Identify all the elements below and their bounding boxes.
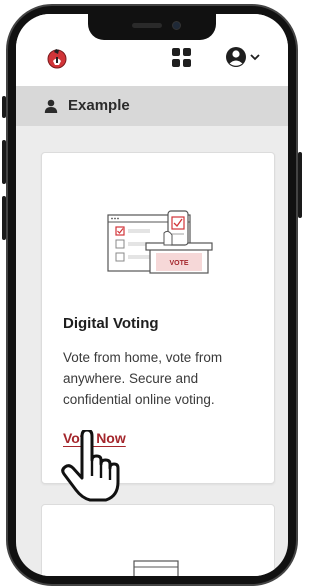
online-voting-illustration: VOTE <box>106 205 216 277</box>
front-camera <box>172 21 181 30</box>
app-logo-icon[interactable] <box>46 46 68 70</box>
card-description: Vote from home, vote from anywhere. Secu… <box>63 350 223 407</box>
phone-screen: Example VOTE Digital Voting Vote from ho… <box>16 14 288 576</box>
account-menu-button[interactable] <box>226 46 266 68</box>
second-card <box>41 504 275 576</box>
phone-notch <box>88 14 216 40</box>
phone-side-button <box>298 152 302 218</box>
account-circle-icon <box>226 47 246 67</box>
context-bar: Example <box>16 86 288 126</box>
context-title: Example <box>68 97 130 114</box>
phone-mockup: Example VOTE Digital Voting Vote from ho… <box>0 0 304 587</box>
chevron-down-icon <box>250 54 260 61</box>
speaker-grille <box>132 23 162 28</box>
person-icon <box>44 99 58 113</box>
apps-grid-icon[interactable] <box>172 48 192 68</box>
card-illustration <box>130 557 190 576</box>
hand-pointer-icon <box>60 428 120 502</box>
card-title: Digital Voting <box>63 315 159 332</box>
svg-text:VOTE: VOTE <box>169 260 188 267</box>
